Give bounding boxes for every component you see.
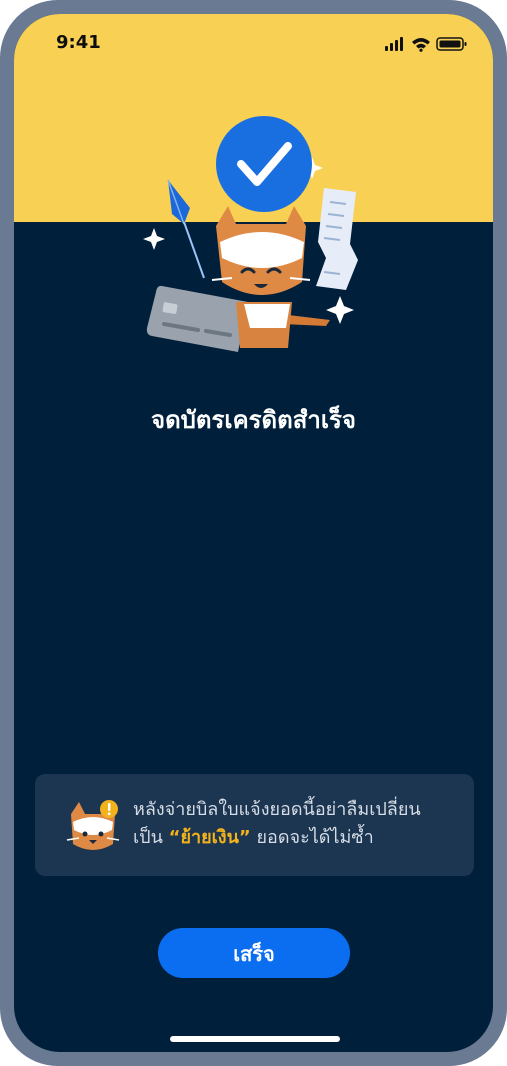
screen: 9:41 จดบัตรเครดิตสำเร็จ หลังจ่ายบิลใบแจ้…	[14, 14, 493, 1052]
success-illustration	[143, 116, 358, 352]
home-indicator[interactable]	[170, 1036, 340, 1042]
receipt-icon	[316, 188, 358, 290]
wifi-icon	[412, 38, 430, 52]
cat-warning-icon	[66, 800, 120, 850]
notice-line-2-prefix: เป็น	[133, 827, 163, 848]
phone-frame: 9:41 จดบัตรเครดิตสำเร็จ หลังจ่ายบิลใบแจ้…	[0, 0, 507, 1066]
cellular-signal-icon	[385, 37, 403, 51]
status-bar: 9:41	[14, 14, 493, 70]
success-title: จดบัตรเครดิตสำเร็จ	[151, 406, 356, 434]
done-button[interactable]: เสร็จ	[158, 928, 350, 978]
status-time: 9:41	[56, 32, 101, 53]
credit-card-icon	[146, 285, 248, 352]
kite-icon	[167, 179, 205, 279]
notice-card: หลังจ่ายบิลใบแจ้งยอดนี้อย่าลืมเปลี่ยน เป…	[35, 774, 474, 876]
notice-line-2: เป็น “ย้ายเงิน” ยอดจะได้ไม่ซ้ำ	[133, 824, 463, 852]
notice-highlight: “ย้ายเงิน”	[168, 827, 251, 848]
notice-line-1: หลังจ่ายบิลใบแจ้งยอดนี้อย่าลืมเปลี่ยน	[133, 799, 421, 820]
checkmark-badge-icon	[216, 116, 312, 212]
battery-icon	[436, 37, 467, 51]
status-icons	[385, 37, 467, 52]
notice-text: หลังจ่ายบิลใบแจ้งยอดนี้อย่าลืมเปลี่ยน เป…	[133, 796, 463, 852]
notice-line-2-suffix: ยอดจะได้ไม่ซ้ำ	[256, 827, 374, 848]
